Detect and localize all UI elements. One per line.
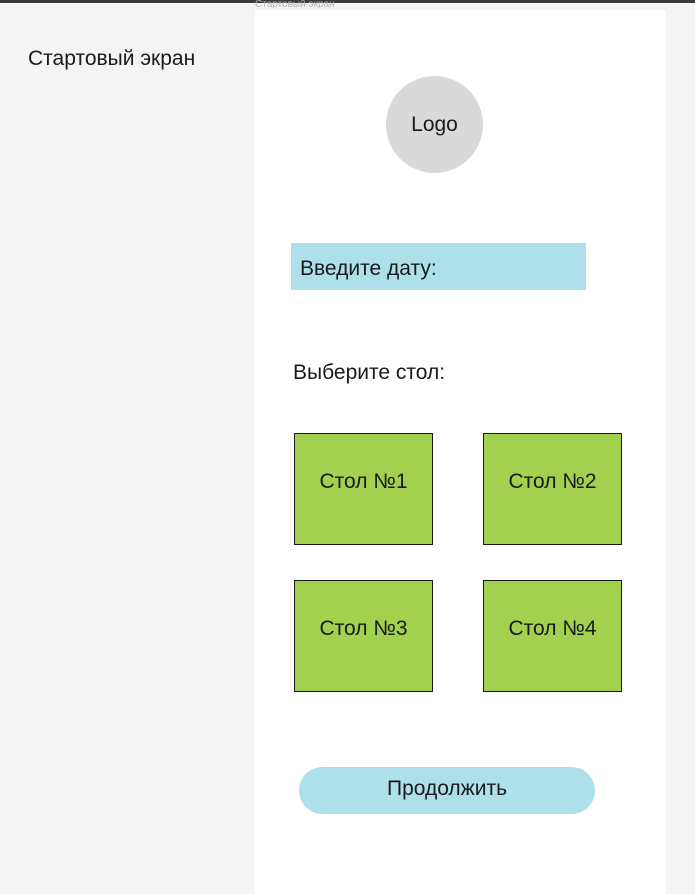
logo-placeholder: Logo [386,76,483,173]
date-input[interactable]: Введите дату: [291,243,586,290]
top-divider [0,0,695,3]
table-1-button[interactable]: Стол №1 [294,433,433,545]
choose-table-label: Выберите стол: [293,361,446,384]
table-4-label: Стол №4 [508,617,597,640]
table-1-label: Стол №1 [319,470,408,493]
logo-text: Logo [411,112,458,136]
section-title: Стартовый экран [28,47,196,70]
table-2-label: Стол №2 [508,470,597,493]
table-2-button[interactable]: Стол №2 [483,433,622,545]
frame-label[interactable]: Стартовый экран [255,0,335,8]
continue-button-label: Продолжить [386,776,508,800]
start-screen-frame: Logo Введите дату: Выберите стол: Стол №… [255,10,666,894]
table-4-button[interactable]: Стол №4 [483,580,622,692]
continue-button[interactable]: Продолжить [299,767,595,814]
table-3-label: Стол №3 [319,617,408,640]
table-3-button[interactable]: Стол №3 [294,580,433,692]
date-input-placeholder: Введите дату: [300,257,437,280]
